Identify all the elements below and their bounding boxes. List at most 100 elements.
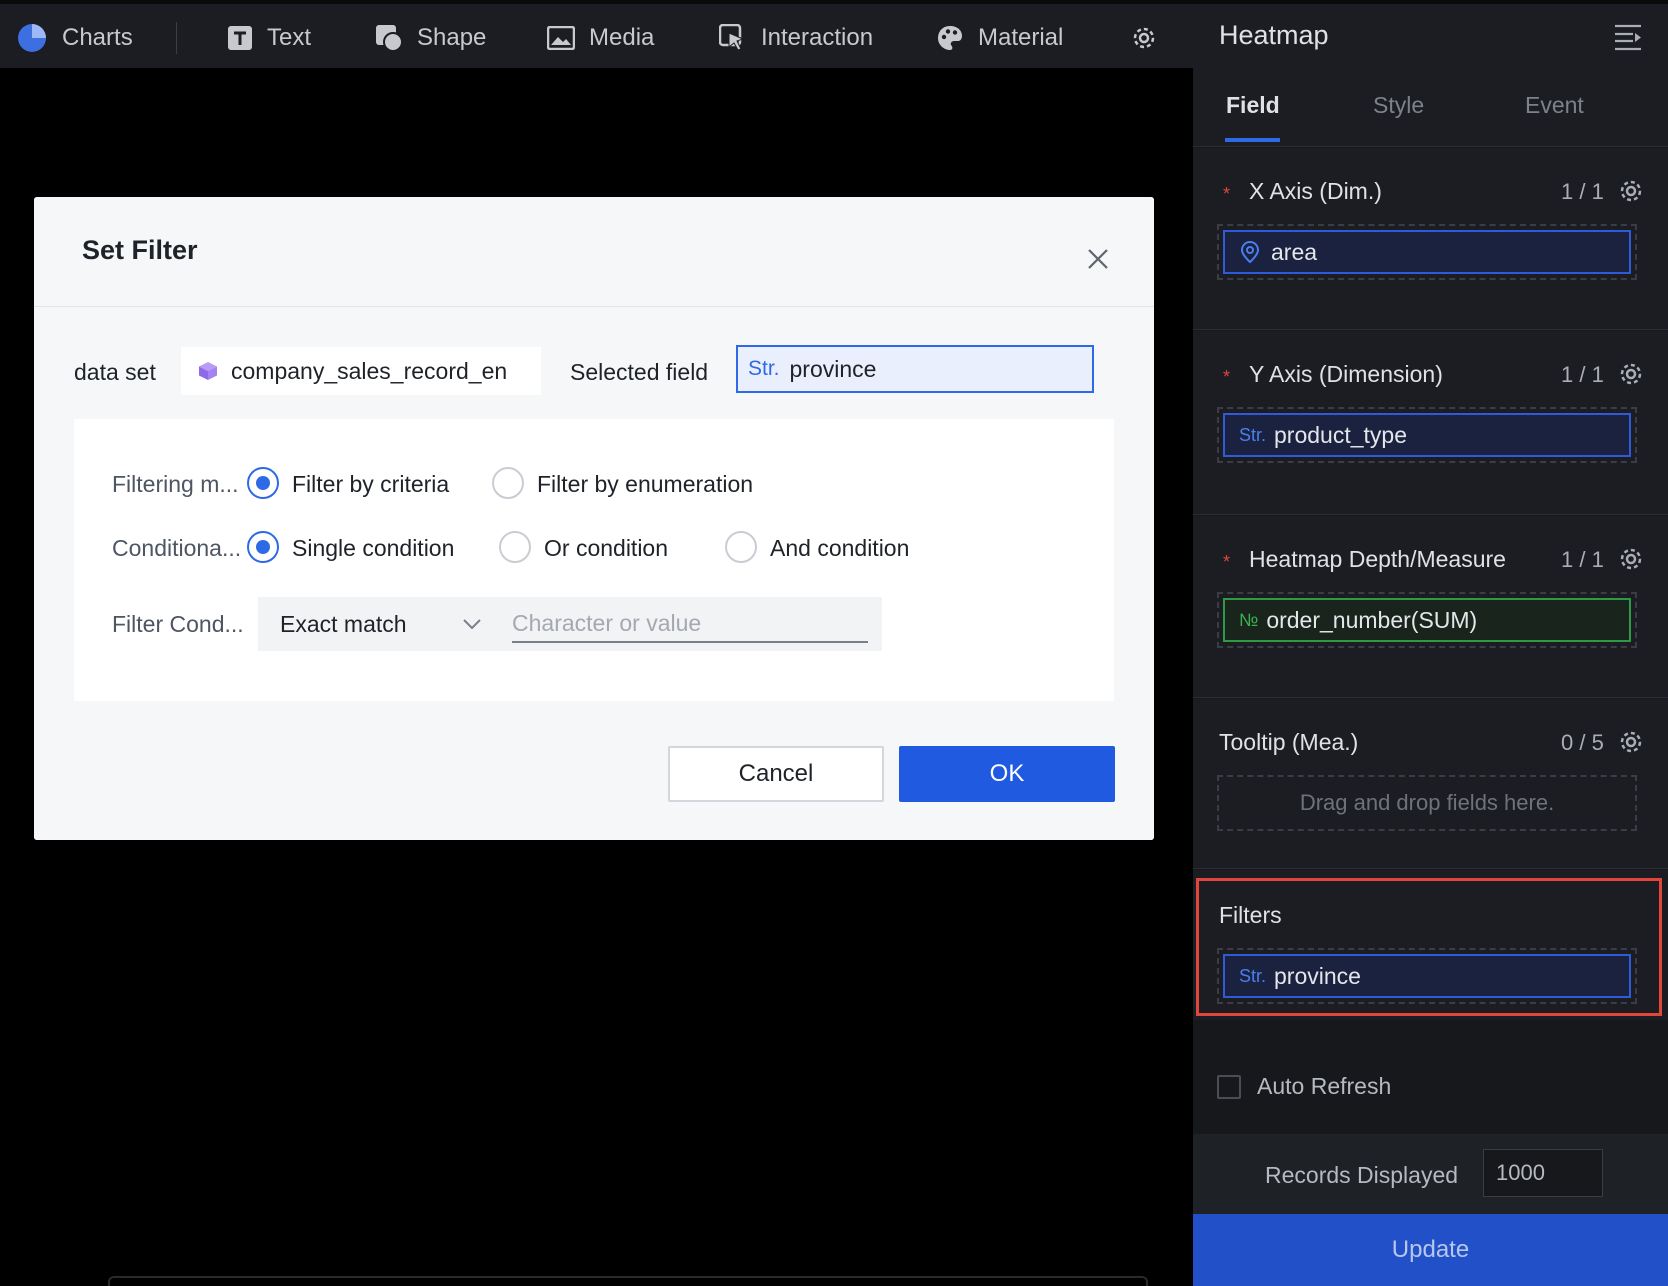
dialog-title: Set Filter <box>82 235 198 265</box>
tooltip-title: Tooltip (Mea.) <box>1219 729 1359 755</box>
set-filter-dialog: Set Filter data set company_sales_record… <box>34 197 1154 840</box>
x-axis-drop-zone[interactable]: area <box>1217 224 1637 280</box>
conditional-label: Conditiona... <box>112 535 242 561</box>
radio-filter-by-enumeration[interactable] <box>492 467 524 499</box>
y-axis-count: 1 / 1 <box>1561 362 1604 387</box>
filter-condition-label: Filter Cond... <box>112 611 244 637</box>
toolbar-material[interactable]: Material <box>936 4 1063 72</box>
tab-style[interactable]: Style <box>1373 92 1424 119</box>
toolbar-settings[interactable] <box>1131 4 1171 72</box>
string-type-tag: Str. <box>748 357 780 380</box>
y-axis-section: * Y Axis (Dimension) 1 / 1 Str. product_… <box>1193 331 1668 515</box>
canvas-scrollbar[interactable] <box>108 1276 1148 1286</box>
dataset-display: company_sales_record_en <box>181 347 541 395</box>
shape-icon <box>376 25 403 52</box>
ok-button[interactable]: OK <box>899 746 1115 802</box>
required-marker: * <box>1223 367 1231 387</box>
radio-and-condition[interactable] <box>725 531 757 563</box>
filters-highlight-box <box>1196 878 1662 1016</box>
x-axis-count: 1 / 1 <box>1561 179 1604 204</box>
toolbar-charts[interactable]: Charts <box>16 4 133 72</box>
toolbar-shape[interactable]: Shape <box>375 4 486 72</box>
config-panel: Heatmap Field Style Event * X Axis (Dim.… <box>1193 0 1668 1286</box>
filter-by-enumeration-label[interactable]: Filter by enumeration <box>537 471 753 498</box>
condition-value-input[interactable] <box>512 605 868 643</box>
filter-by-criteria-label[interactable]: Filter by criteria <box>292 471 449 498</box>
update-button[interactable]: Update <box>1193 1214 1668 1286</box>
heatmap-depth-title: Heatmap Depth/Measure <box>1249 546 1506 572</box>
image-icon <box>547 26 575 50</box>
toolbar-text-label: Text <box>267 24 312 51</box>
gear-icon[interactable] <box>1618 546 1644 572</box>
and-condition-label[interactable]: And condition <box>770 535 909 562</box>
records-displayed-input[interactable] <box>1483 1149 1603 1197</box>
palette-icon <box>938 26 962 50</box>
x-axis-section: * X Axis (Dim.) 1 / 1 area <box>1193 148 1668 330</box>
radio-or-condition[interactable] <box>499 531 531 563</box>
radio-single-condition[interactable] <box>247 531 279 563</box>
tooltip-drop-zone[interactable]: Drag and drop fields here. <box>1217 775 1637 831</box>
panel-tabs: Field Style Event <box>1193 68 1668 147</box>
toolbar-interaction-label: Interaction <box>761 24 874 51</box>
cancel-button[interactable]: Cancel <box>668 746 884 802</box>
number-type-tag: № <box>1239 609 1259 630</box>
selected-field-label: Selected field <box>570 359 709 385</box>
dataset-label: data set <box>74 359 156 385</box>
measure-drop-zone[interactable]: № order_number(SUM) <box>1217 592 1637 648</box>
auto-refresh-label[interactable]: Auto Refresh <box>1257 1073 1391 1100</box>
field-name: order_number(SUM) <box>1266 606 1478 633</box>
single-condition-label[interactable]: Single condition <box>292 535 454 562</box>
records-displayed-label: Records Displayed <box>1265 1162 1459 1188</box>
dialog-header: Set Filter <box>34 197 1154 307</box>
pie-chart-icon <box>18 24 46 52</box>
selected-field-input[interactable]: Str. province <box>736 345 1094 393</box>
gear-icon[interactable] <box>1618 729 1644 755</box>
dataset-name: company_sales_record_en <box>231 357 508 384</box>
field-chip-order-number[interactable]: № order_number(SUM) <box>1223 598 1631 642</box>
gear-icon[interactable] <box>1618 178 1644 204</box>
selected-field-name: province <box>789 355 877 382</box>
string-type-tag: Str. <box>1239 424 1267 445</box>
close-icon[interactable] <box>1084 245 1112 273</box>
records-displayed-row: Records Displayed <box>1193 1134 1668 1214</box>
toolbar-shape-label: Shape <box>417 24 487 51</box>
toolbar-text[interactable]: Text <box>227 4 311 72</box>
tooltip-section: Tooltip (Mea.) 0 / 5 Drag and drop field… <box>1193 699 1668 869</box>
y-axis-drop-zone[interactable]: Str. product_type <box>1217 407 1637 463</box>
tab-event[interactable]: Event <box>1525 92 1584 119</box>
heatmap-depth-count: 1 / 1 <box>1561 547 1604 572</box>
or-condition-label[interactable]: Or condition <box>544 535 668 562</box>
required-marker: * <box>1223 184 1231 204</box>
field-chip-area[interactable]: area <box>1223 230 1631 274</box>
field-name: area <box>1271 238 1318 265</box>
radio-filter-by-criteria[interactable] <box>247 467 279 499</box>
field-chip-product-type[interactable]: Str. product_type <box>1223 413 1631 457</box>
chevron-down-icon <box>463 619 481 630</box>
tab-field[interactable]: Field <box>1226 92 1280 119</box>
panel-title: Heatmap <box>1219 20 1329 50</box>
toolbar-divider <box>176 22 177 54</box>
heatmap-depth-section: * Heatmap Depth/Measure 1 / 1 № order_nu… <box>1193 516 1668 698</box>
required-marker: * <box>1223 552 1231 572</box>
panel-header: Heatmap <box>1193 0 1668 68</box>
location-pin-icon <box>1240 240 1260 264</box>
toolbar-media[interactable]: Media <box>547 4 654 72</box>
top-toolbar: Charts Text Shape Media Interaction Mate… <box>0 0 1193 68</box>
tooltip-count: 0 / 5 <box>1561 730 1604 755</box>
gear-icon[interactable] <box>1618 361 1644 387</box>
collapse-menu-icon[interactable] <box>1613 22 1643 52</box>
filtering-mode-label: Filtering m... <box>112 471 239 497</box>
field-name: product_type <box>1274 421 1407 448</box>
match-type-select[interactable]: Exact match <box>258 597 498 651</box>
filter-settings-panel: Filtering m... Filter by criteria Filter… <box>74 419 1114 701</box>
active-tab-indicator <box>1225 138 1280 142</box>
text-icon <box>228 26 252 50</box>
y-axis-title: Y Axis (Dimension) <box>1249 361 1443 387</box>
cube-icon <box>199 362 217 380</box>
toolbar-interaction[interactable]: Interaction <box>719 4 873 72</box>
toolbar-media-label: Media <box>589 24 655 51</box>
drop-hint-text: Drag and drop fields here. <box>1299 790 1555 815</box>
auto-refresh-checkbox[interactable] <box>1217 1075 1241 1099</box>
x-axis-title: X Axis (Dim.) <box>1249 178 1382 204</box>
value-input-wrapper <box>498 597 882 651</box>
